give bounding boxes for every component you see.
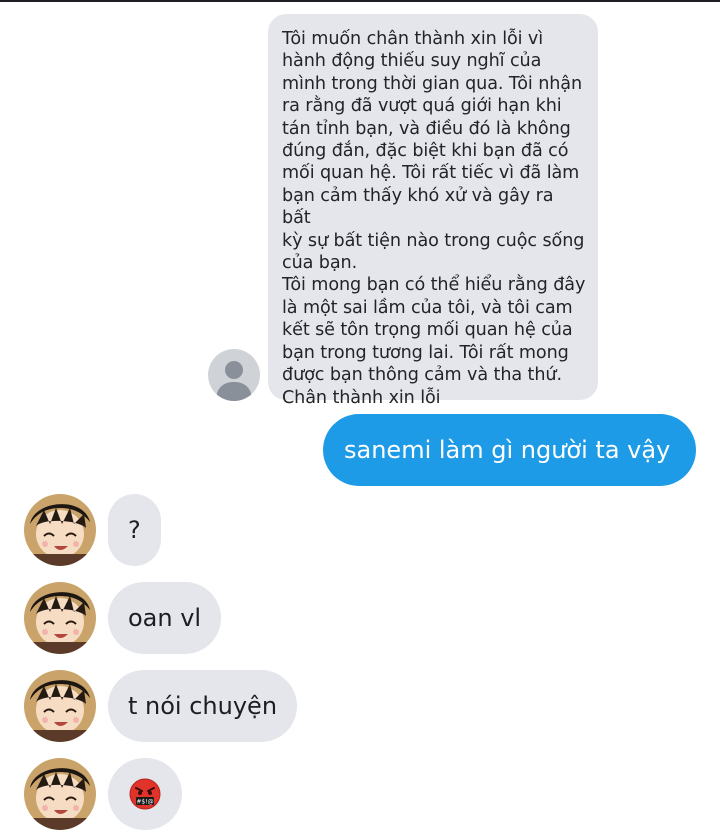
anime-avatar-icon bbox=[24, 758, 96, 830]
anime-avatar-icon bbox=[24, 670, 96, 742]
user-silhouette-icon bbox=[216, 361, 252, 401]
quoted-message-bubble[interactable]: Tôi muốn chân thành xin lỗi vì hành động… bbox=[268, 14, 598, 408]
received-message-bubble[interactable]: oan vl bbox=[108, 582, 222, 654]
contact-avatar[interactable] bbox=[24, 494, 96, 566]
screen-top-edge bbox=[0, 0, 720, 2]
received-emoji-bubble[interactable]: #$!@ bbox=[108, 758, 182, 830]
contact-avatar[interactable] bbox=[24, 758, 96, 830]
sent-message-bubble[interactable]: sanemi làm gì người ta vậy bbox=[323, 414, 696, 486]
contact-avatar[interactable] bbox=[24, 670, 96, 742]
default-avatar[interactable] bbox=[208, 349, 260, 401]
contact-avatar[interactable] bbox=[24, 582, 96, 654]
received-message-bubble[interactable]: ? bbox=[108, 494, 161, 566]
received-message-bubble[interactable]: t nói chuyện bbox=[108, 670, 298, 742]
svg-text:#$!@: #$!@ bbox=[136, 799, 153, 806]
cursing-face-emoji-icon: #$!@ bbox=[129, 778, 161, 810]
anime-avatar-icon bbox=[24, 494, 96, 566]
anime-avatar-icon bbox=[24, 582, 96, 654]
